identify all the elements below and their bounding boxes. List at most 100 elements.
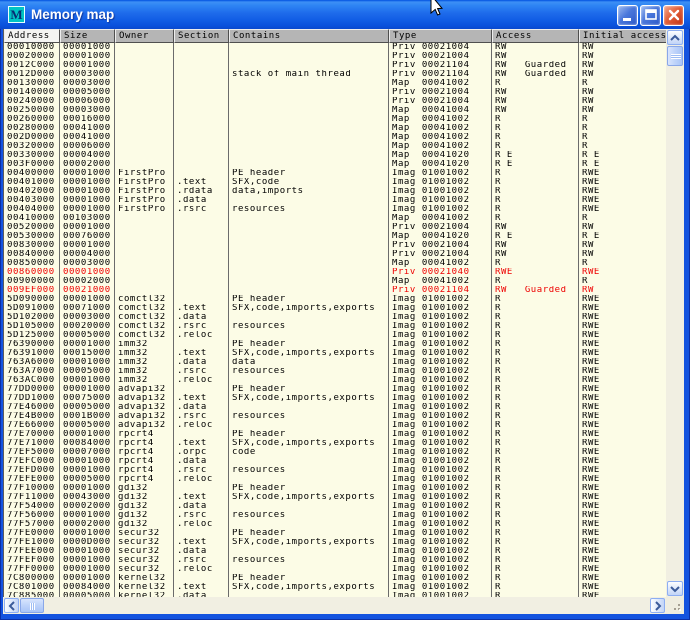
cell-section: .reloc bbox=[174, 421, 229, 430]
cell-access: R bbox=[492, 79, 579, 88]
table-row[interactable]: 77F1100000043000gdi32.textSFX,code,impor… bbox=[4, 493, 666, 502]
scroll-left-button[interactable] bbox=[4, 598, 19, 613]
column-header-address[interactable]: Address bbox=[4, 29, 60, 43]
cell-contains: PE header bbox=[229, 295, 389, 304]
column-header-initial-access[interactable]: Initial access bbox=[579, 29, 666, 43]
cell-type: Imag 01001002 bbox=[389, 502, 492, 511]
vertical-scrollbar[interactable] bbox=[666, 29, 684, 597]
cell-type: Map 00041002 bbox=[389, 277, 492, 286]
table-row[interactable]: 003F000000002000Map 00041020R ER E bbox=[4, 160, 666, 169]
table-row[interactable]: 009EF00000021000Priv 00021104RW GuardedR… bbox=[4, 286, 666, 295]
table-row[interactable]: 0052000000001000Priv 00021004RWRW bbox=[4, 223, 666, 232]
table-row[interactable]: 0040000000001000FirstProPE headerImag 01… bbox=[4, 169, 666, 178]
table-row[interactable]: 0026000000016000Map 00041002RR bbox=[4, 115, 666, 124]
scroll-down-button[interactable] bbox=[667, 581, 683, 596]
table-row[interactable]: 0024000000006000Priv 00021004RWRW bbox=[4, 97, 666, 106]
table-row[interactable]: 0040400000001000FirstPro.rsrcresourcesIm… bbox=[4, 205, 666, 214]
table-row[interactable]: 0085000000003000Map 00041002RR bbox=[4, 259, 666, 268]
table-row[interactable]: 5D09100000071000comctl32.textSFX,code,im… bbox=[4, 304, 666, 313]
cell-section bbox=[174, 142, 229, 151]
table-row[interactable]: 0040100000001000FirstPro.textSFX,codeIma… bbox=[4, 178, 666, 187]
table-row[interactable]: 77E6600000005000advapi32.relocImag 01001… bbox=[4, 421, 666, 430]
table-row[interactable]: 0084000000004000Priv 00021004RWRW bbox=[4, 250, 666, 259]
table-row[interactable]: 77E7000000001000rpcrt4PE headerImag 0100… bbox=[4, 430, 666, 439]
table-row[interactable]: 002D000000041000Map 00041002RR bbox=[4, 133, 666, 142]
table-row[interactable]: 0025000000003000Map 00041004RWRW bbox=[4, 106, 666, 115]
maximize-button[interactable] bbox=[640, 5, 661, 26]
cell-owner: kernel32 bbox=[115, 574, 174, 583]
scroll-right-button[interactable] bbox=[650, 598, 665, 613]
cell-owner: rpcrt4 bbox=[115, 466, 174, 475]
cell-address: 76391000 bbox=[4, 349, 60, 358]
table-row[interactable]: 0028000000041000Map 00041002RR bbox=[4, 124, 666, 133]
table-row[interactable]: 0040200000001000FirstPro.rdatadata,impor… bbox=[4, 187, 666, 196]
table-row[interactable]: 77F1000000001000gdi32PE headerImag 01001… bbox=[4, 484, 666, 493]
table-row[interactable]: 763A700000005000imm32.rsrcresourcesImag … bbox=[4, 367, 666, 376]
cell-type: Priv 00021004 bbox=[389, 223, 492, 232]
table-row[interactable]: 0033000000004000Map 00041020R ER E bbox=[4, 151, 666, 160]
close-icon bbox=[664, 5, 683, 26]
table-row[interactable]: 77EFD00000001000rpcrt4.rsrcresourcesImag… bbox=[4, 466, 666, 475]
table-row[interactable]: 0053000000076000Map 00041020R ER E bbox=[4, 232, 666, 241]
table-row[interactable]: 7C80100000084000kernel32.textSFX,code,im… bbox=[4, 583, 666, 592]
table-row[interactable]: 77E4B0000001B000advapi32.rsrcresourcesIm… bbox=[4, 412, 666, 421]
table-row[interactable]: 5D12500000005000comctl32.relocImag 01001… bbox=[4, 331, 666, 340]
column-header-type[interactable]: Type bbox=[389, 29, 492, 43]
table-row[interactable]: 7639100000015000imm32.textSFX,code,impor… bbox=[4, 349, 666, 358]
table-row[interactable]: 77FF000000001000secur32.relocImag 010010… bbox=[4, 565, 666, 574]
horizontal-scroll-thumb[interactable] bbox=[20, 598, 44, 613]
table-row[interactable]: 763A600000001000imm32.datadataImag 01001… bbox=[4, 358, 666, 367]
titlebar[interactable]: M Memory map bbox=[0, 0, 690, 29]
cell-owner bbox=[115, 214, 174, 223]
table-row[interactable]: 763AC00000001000imm32.relocImag 01001002… bbox=[4, 376, 666, 385]
table-row[interactable]: 0014000000005000Priv 00021004RWRW bbox=[4, 88, 666, 97]
table-row[interactable]: 0040300000001000FirstPro.dataImag 010010… bbox=[4, 196, 666, 205]
table-row[interactable]: 77FEF00000001000secur32.rsrcresourcesIma… bbox=[4, 556, 666, 565]
table-row[interactable]: 0012D00000003000stack of main threadPriv… bbox=[4, 70, 666, 79]
cell-owner: comctl32 bbox=[115, 304, 174, 313]
table-row[interactable]: 77DD000000001000advapi32PE headerImag 01… bbox=[4, 385, 666, 394]
table-row[interactable]: 77FEE00000001000secur32.dataImag 0100100… bbox=[4, 547, 666, 556]
cell-address: 00860000 bbox=[4, 268, 60, 277]
close-button[interactable] bbox=[663, 5, 684, 26]
column-header-size[interactable]: Size bbox=[60, 29, 115, 43]
table-row[interactable]: 5D09000000001000comctl32PE headerImag 01… bbox=[4, 295, 666, 304]
table-row[interactable]: 5D10200000003000comctl32.dataImag 010010… bbox=[4, 313, 666, 322]
table-row[interactable]: 7C80000000001000kernel32PE headerImag 01… bbox=[4, 574, 666, 583]
table-row[interactable]: 77EF500000007000rpcrt4.orpccodeImag 0100… bbox=[4, 448, 666, 457]
table-row[interactable]: 5D10500000020000comctl32.rsrcresourcesIm… bbox=[4, 322, 666, 331]
table-row[interactable]: 77DD100000075000advapi32.textSFX,code,im… bbox=[4, 394, 666, 403]
table-row[interactable]: 77E4600000005000advapi32.dataImag 010010… bbox=[4, 403, 666, 412]
cell-type: Priv 00021004 bbox=[389, 52, 492, 61]
table-row[interactable]: 0013000000003000Map 00041002RR bbox=[4, 79, 666, 88]
column-header-access[interactable]: Access bbox=[492, 29, 579, 43]
cell-access: RW bbox=[492, 43, 579, 52]
table-row[interactable]: 77EFC00000001000rpcrt4.dataImag 01001002… bbox=[4, 457, 666, 466]
table-row[interactable]: 0002000000001000Priv 00021004RWRW bbox=[4, 52, 666, 61]
horizontal-scrollbar[interactable] bbox=[3, 597, 666, 614]
table-row[interactable]: 0012C00000001000Priv 00021104RW GuardedR… bbox=[4, 61, 666, 70]
resize-grip[interactable] bbox=[666, 597, 684, 614]
scroll-up-button[interactable] bbox=[667, 30, 683, 45]
column-header-contains[interactable]: Contains bbox=[229, 29, 389, 43]
table-row[interactable]: 77F5700000002000gdi32.relocImag 01001002… bbox=[4, 520, 666, 529]
table-row[interactable]: 77E7100000084000rpcrt4.textSFX,code,impo… bbox=[4, 439, 666, 448]
table-row[interactable]: 0086000000001000Priv 00021040RWERWE bbox=[4, 268, 666, 277]
minimize-button[interactable] bbox=[617, 5, 638, 26]
table-row[interactable]: 0001000000001000Priv 00021004RWRW bbox=[4, 43, 666, 52]
table-row[interactable]: 0083000000001000Priv 00021004RWRW bbox=[4, 241, 666, 250]
table-row[interactable]: 77F5600000001000gdi32.rsrcresourcesImag … bbox=[4, 511, 666, 520]
cell-initial-access: R bbox=[579, 277, 666, 286]
column-header-section[interactable]: Section bbox=[174, 29, 229, 43]
table-row[interactable]: 77FE10000000D000secur32.textSFX,code,imp… bbox=[4, 538, 666, 547]
table-row[interactable]: 0090000000002000Map 00041002RR bbox=[4, 277, 666, 286]
table-row[interactable]: 0032000000006000Map 00041002RR bbox=[4, 142, 666, 151]
cell-address: 0012D000 bbox=[4, 70, 60, 79]
table-row[interactable]: 0041000000103000Map 00041002RR bbox=[4, 214, 666, 223]
table-row[interactable]: 77F5400000002000gdi32.dataImag 01001002R… bbox=[4, 502, 666, 511]
vertical-scroll-thumb[interactable] bbox=[667, 46, 683, 66]
table-row[interactable]: 77EFE00000005000rpcrt4.relocImag 0100100… bbox=[4, 475, 666, 484]
table-row[interactable]: 77FE000000001000secur32PE headerImag 010… bbox=[4, 529, 666, 538]
table-row[interactable]: 7639000000001000imm32PE headerImag 01001… bbox=[4, 340, 666, 349]
column-header-owner[interactable]: Owner bbox=[115, 29, 174, 43]
